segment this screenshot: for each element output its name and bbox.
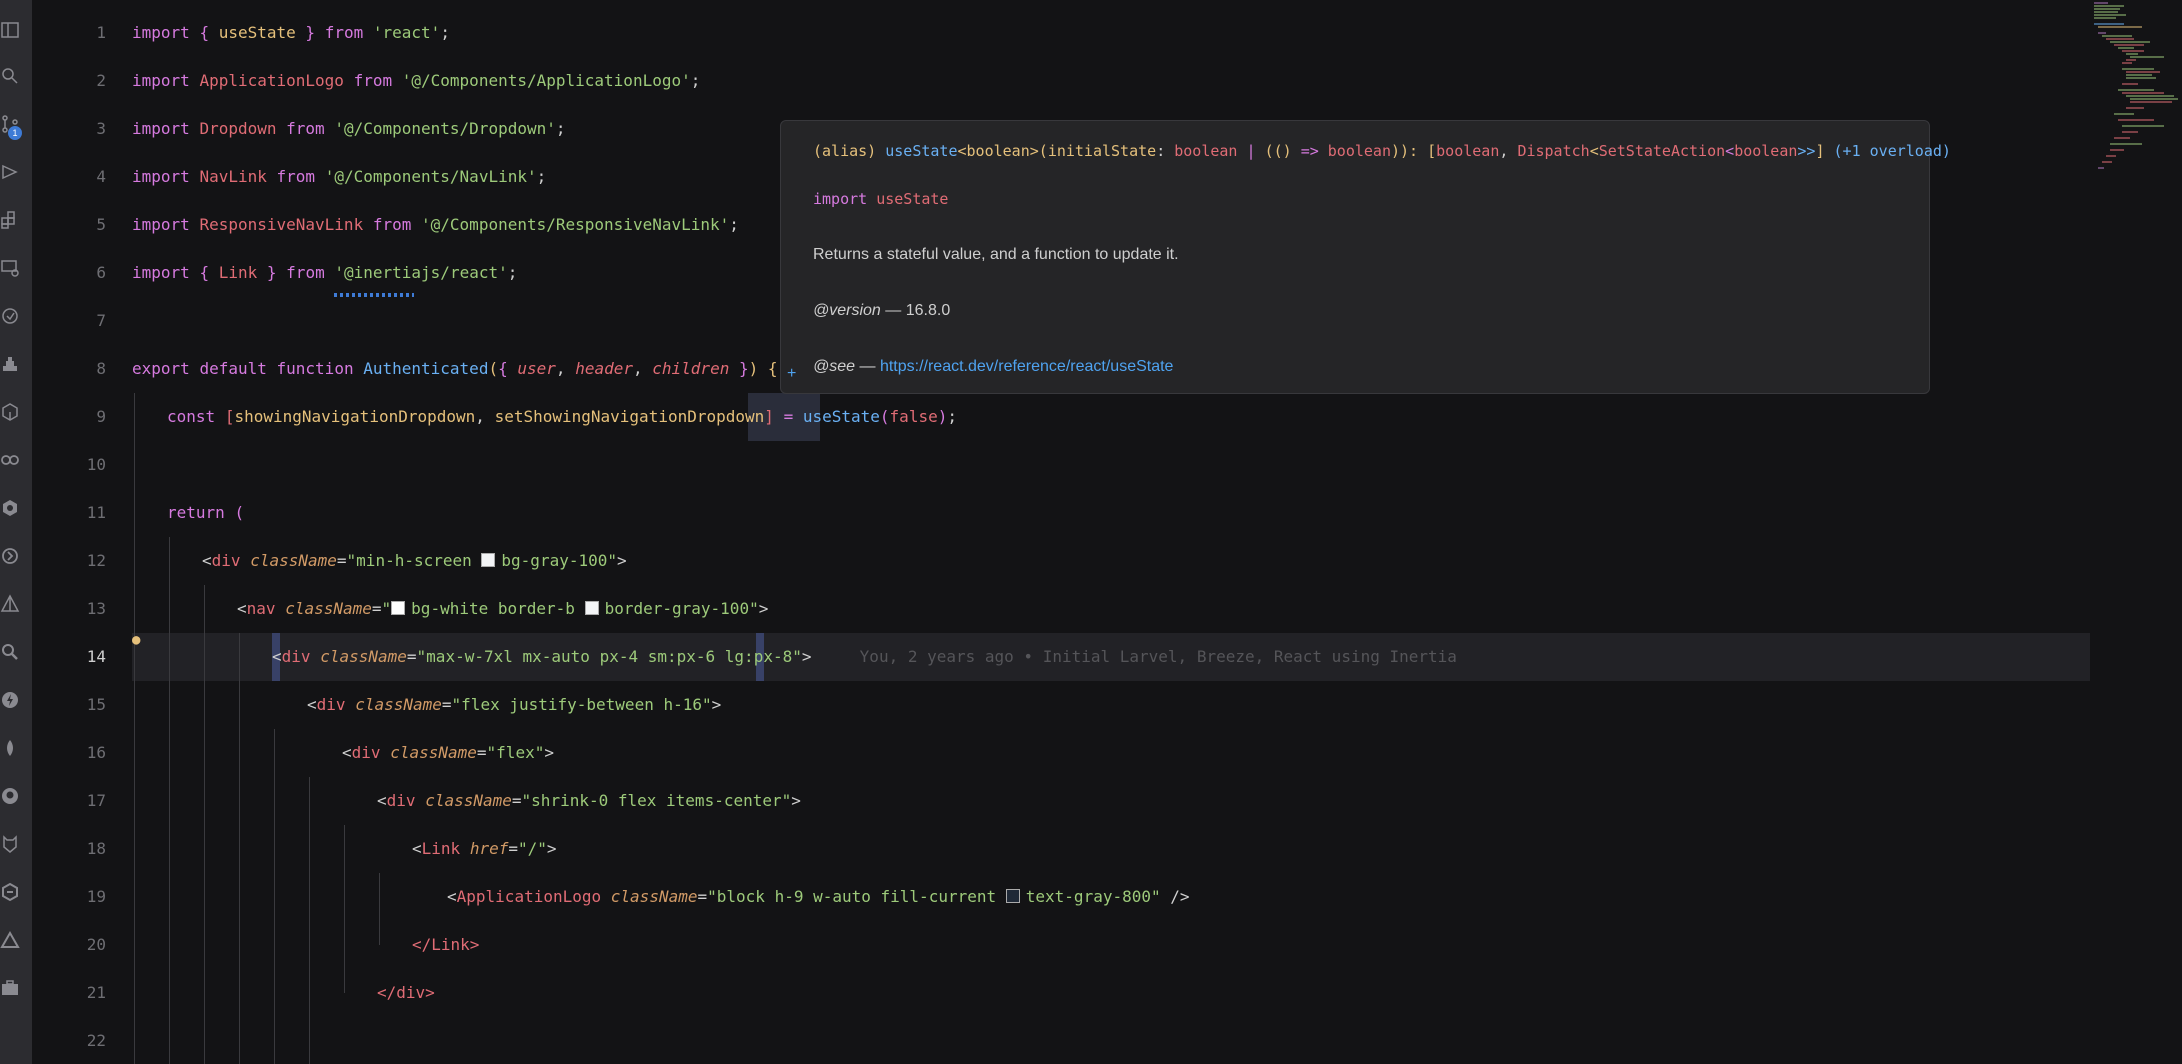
- indent-guide: [169, 537, 170, 1064]
- git-graph-icon[interactable]: [0, 594, 20, 614]
- color-swatch[interactable]: [481, 553, 496, 567]
- github-icon[interactable]: [0, 786, 20, 806]
- code-line: <div className="flex justify-between h-1…: [307, 695, 722, 714]
- line-number: 16: [86, 743, 106, 762]
- indent-guide: [344, 825, 345, 993]
- line-number: 20: [86, 935, 106, 954]
- indent-guide: [379, 873, 380, 945]
- extensions-icon[interactable]: [0, 210, 20, 230]
- color-swatch[interactable]: [391, 601, 406, 615]
- git-blame-annotation[interactable]: You, 2 years ago • Initial Larvel, Breez…: [860, 647, 1457, 666]
- docker-icon[interactable]: [0, 306, 20, 326]
- indent-guide: [239, 633, 240, 1064]
- code-line: <Link href="/">: [412, 839, 557, 858]
- gitkraken-icon[interactable]: [0, 882, 20, 902]
- code-line: </div>: [377, 983, 435, 1002]
- code-line: export default function Authenticated({ …: [132, 359, 778, 378]
- azure-icon[interactable]: [0, 642, 20, 662]
- sidebar-icon[interactable]: [0, 20, 20, 40]
- line-number: 1: [96, 23, 106, 42]
- code-line: <div className="flex">: [342, 743, 554, 762]
- mongodb-icon[interactable]: [0, 738, 20, 758]
- line-number: 8: [96, 359, 106, 378]
- deploy-icon[interactable]: [0, 930, 20, 950]
- line-number: 22: [86, 1031, 106, 1050]
- code-line: import { Link } from '@inertiajs/react';: [132, 263, 518, 282]
- line-number: 7: [96, 311, 106, 330]
- source-control-badge: 1: [8, 126, 22, 140]
- line-number: 17: [86, 791, 106, 810]
- indent-guide: [134, 393, 135, 1064]
- line-number: 19: [86, 887, 106, 906]
- line-number: 11: [86, 503, 106, 522]
- run-debug-icon[interactable]: [0, 162, 20, 182]
- live-share-icon[interactable]: [0, 498, 20, 518]
- thunder-client-icon[interactable]: [0, 690, 20, 710]
- indent-guide: [204, 585, 205, 1064]
- line-number: 3: [96, 119, 106, 138]
- indent-guide: [309, 777, 310, 1064]
- code-line: <div className="shrink-0 flex items-cent…: [377, 791, 801, 810]
- code-line: <nav className=" bg-white border-b border…: [237, 599, 769, 618]
- line-number: 2: [96, 71, 106, 90]
- line-number: 13: [86, 599, 106, 618]
- lightbulb-icon[interactable]: ●: [132, 632, 140, 648]
- activity-bar: 1: [0, 0, 32, 1064]
- code-line: import NavLink from '@/Components/NavLin…: [132, 167, 547, 186]
- code-line: <div className="min-h-screen bg-gray-100…: [202, 551, 627, 570]
- line-number: 4: [96, 167, 106, 186]
- tooltip-link[interactable]: https://react.dev/reference/react/useSta…: [880, 358, 1174, 375]
- code-line: import ResponsiveNavLink from '@/Compone…: [132, 215, 739, 234]
- tooltip-version: @version — 16.8.0: [813, 302, 951, 319]
- settings-sync-icon[interactable]: [0, 546, 20, 566]
- indent-guide: [274, 729, 275, 1064]
- remote-explorer-icon[interactable]: [0, 258, 20, 278]
- line-number: 10: [86, 455, 106, 474]
- code-line: import { useState } from 'react';: [132, 23, 450, 42]
- gitlens-icon[interactable]: [0, 834, 20, 854]
- code-line: import Dropdown from '@/Components/Dropd…: [132, 119, 566, 138]
- error-squiggle: [334, 293, 414, 297]
- code-line: </Link>: [412, 935, 480, 954]
- code-line: import ApplicationLogo from '@/Component…: [132, 71, 701, 90]
- line-number: 6: [96, 263, 106, 282]
- testing-icon[interactable]: [0, 354, 20, 374]
- tooltip-see: @see — https://react.dev/reference/react…: [813, 358, 1174, 375]
- line-number: 21: [86, 983, 106, 1002]
- search-icon[interactable]: [0, 66, 20, 86]
- line-number: 5: [96, 215, 106, 234]
- code-editor[interactable]: 1 2 3 4 5 6 7 8 9 10 11 12 13 14 15 16 1…: [32, 0, 2094, 1064]
- color-swatch[interactable]: [1005, 889, 1020, 903]
- minimap[interactable]: [2094, 0, 2182, 240]
- line-number: 18: [86, 839, 106, 858]
- line-number: 9: [96, 407, 106, 426]
- hover-tooltip[interactable]: (alias) useState<boolean>(initialState: …: [780, 120, 1951, 394]
- tooltip-expand-button[interactable]: +: [787, 365, 796, 383]
- line-number: 15: [86, 695, 106, 714]
- tooltip-signature: (alias) useState<boolean>(initialState: …: [813, 142, 1951, 160]
- code-line: <ApplicationLogo className="block h-9 w-…: [447, 887, 1190, 906]
- code-line: return (: [167, 503, 245, 522]
- tooltip-description: Returns a stateful value, and a function…: [813, 246, 1179, 263]
- code-line: const [showingNavigationDropdown, setSho…: [167, 407, 957, 426]
- database-icon[interactable]: [0, 402, 20, 422]
- code-line-current: <div className="max-w-7xl mx-auto px-4 s…: [272, 647, 1457, 666]
- color-swatch[interactable]: [584, 601, 599, 615]
- toolbox-icon[interactable]: [0, 978, 20, 998]
- tooltip-import: import useState: [813, 190, 949, 208]
- line-number: 14: [86, 647, 106, 666]
- containers-icon[interactable]: [0, 450, 20, 470]
- line-number: 12: [86, 551, 106, 570]
